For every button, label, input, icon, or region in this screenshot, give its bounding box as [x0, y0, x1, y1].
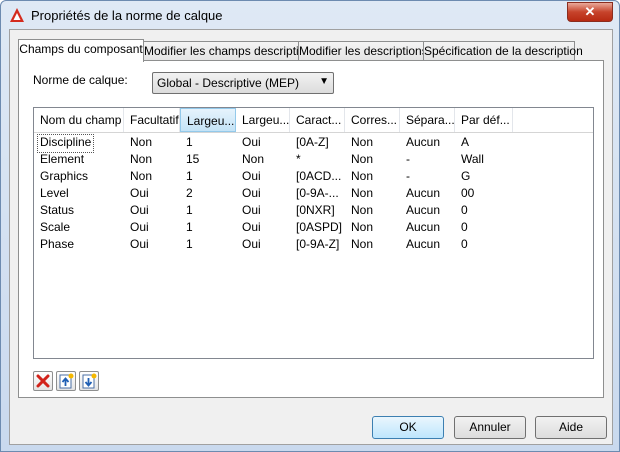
cancel-button[interactable]: Annuler [454, 416, 526, 439]
dialog-body: Champs du composant Modifier les champs … [9, 29, 613, 445]
move-up-icon [59, 373, 74, 389]
table-cell[interactable]: Aucun [406, 236, 440, 253]
dialog-window: Propriétés de la norme de calque ✕ Champ… [0, 0, 620, 452]
table-cell[interactable]: Aucun [406, 202, 440, 219]
table-cell[interactable]: Oui [242, 219, 261, 236]
table-cell[interactable]: Non [242, 151, 264, 168]
table-cell[interactable]: Oui [242, 236, 261, 253]
table-cell[interactable]: [0-9A-... [296, 185, 339, 202]
layer-norm-value: Global - Descriptive (MEP) [157, 76, 300, 90]
table-cell[interactable]: Aucun [406, 219, 440, 236]
table-cell[interactable]: Non [351, 134, 373, 151]
table-cell[interactable]: 1 [186, 219, 193, 236]
table-cell[interactable]: - [406, 168, 410, 185]
tab-modifier-champs-descriptifs[interactable]: Modifier les champs descriptifs [143, 41, 308, 61]
table-cell[interactable]: 2 [186, 185, 193, 202]
table-cell[interactable]: Non [351, 202, 373, 219]
move-down-icon [82, 373, 97, 389]
table-cell[interactable]: - [406, 151, 410, 168]
table-cell[interactable]: Wall [461, 151, 484, 168]
delete-button[interactable] [33, 371, 53, 391]
table-cell[interactable]: * [296, 151, 301, 168]
delete-icon [36, 374, 50, 388]
table-cell[interactable]: 1 [186, 236, 193, 253]
table-cell[interactable]: 15 [186, 151, 199, 168]
table-cell[interactable]: Oui [242, 185, 261, 202]
title-bar[interactable]: Propriétés de la norme de calque ✕ [1, 1, 619, 29]
table-cell[interactable]: Non [351, 151, 373, 168]
table-cell[interactable]: Non [351, 168, 373, 185]
header-divider [34, 132, 593, 133]
table-cell[interactable]: Oui [130, 202, 149, 219]
column-header-par-defaut[interactable]: Par déf... [455, 108, 513, 132]
table-cell[interactable]: Element [40, 151, 84, 168]
column-header-facultatif[interactable]: Facultatif [124, 108, 180, 132]
table-cell[interactable]: Oui [130, 185, 149, 202]
table-cell[interactable]: Scale [40, 219, 70, 236]
tab-specification-description[interactable]: Spécification de la description [423, 41, 583, 61]
table-cell[interactable]: 0 [461, 236, 468, 253]
window-title: Propriétés de la norme de calque [31, 8, 223, 23]
ok-button[interactable]: OK [372, 416, 444, 439]
help-button[interactable]: Aide [535, 416, 607, 439]
table-cell[interactable]: Non [130, 151, 152, 168]
table-cell[interactable]: Non [130, 168, 152, 185]
tab-panel: Norme de calque: Global - Descriptive (M… [18, 60, 604, 398]
table-cell[interactable]: [0A-Z] [296, 134, 329, 151]
table-cell[interactable]: Oui [242, 168, 261, 185]
table-cell[interactable]: 0 [461, 202, 468, 219]
table-cell[interactable]: Oui [242, 202, 261, 219]
fields-grid[interactable]: Nom du champ Facultatif Largeu... Largeu… [33, 107, 594, 359]
tab-champs-du-composant[interactable]: Champs du composant [18, 39, 144, 62]
table-cell[interactable]: Oui [130, 219, 149, 236]
layer-norm-label: Norme de calque: [33, 73, 128, 87]
table-cell[interactable]: [0ASPD] [296, 219, 342, 236]
table-cell[interactable]: [0-9A-Z] [296, 236, 339, 253]
table-cell[interactable]: 1 [186, 202, 193, 219]
table-cell[interactable]: Level [40, 185, 69, 202]
table-cell[interactable]: Non [130, 134, 152, 151]
table-cell[interactable]: 0 [461, 219, 468, 236]
column-header-caracteres[interactable]: Caract... [290, 108, 345, 132]
move-up-button[interactable] [56, 371, 76, 391]
table-cell[interactable]: Non [351, 219, 373, 236]
table-cell[interactable]: 1 [186, 168, 193, 185]
column-header-nom-du-champ[interactable]: Nom du champ [34, 108, 124, 132]
table-cell[interactable]: Graphics [40, 168, 88, 185]
table-cell[interactable]: Oui [242, 134, 261, 151]
column-header-largeur-1[interactable]: Largeu... [180, 108, 236, 132]
table-cell[interactable]: [0NXR] [296, 202, 335, 219]
table-cell[interactable]: Non [351, 236, 373, 253]
move-down-button[interactable] [79, 371, 99, 391]
table-cell[interactable]: Status [40, 202, 74, 219]
chevron-down-icon: ▼ [319, 76, 329, 87]
tab-modifier-descriptions[interactable]: Modifier les descriptions [298, 41, 428, 61]
close-button[interactable]: ✕ [567, 2, 613, 22]
table-cell[interactable]: 00 [461, 185, 474, 202]
autocad-logo-icon [10, 8, 24, 22]
table-cell[interactable]: Aucun [406, 185, 440, 202]
table-cell[interactable]: A [461, 134, 469, 151]
table-cell[interactable]: Aucun [406, 134, 440, 151]
table-cell[interactable]: Oui [130, 236, 149, 253]
table-cell[interactable]: [0ACD... [296, 168, 341, 185]
column-header-largeur-2[interactable]: Largeu... [236, 108, 290, 132]
table-cell[interactable]: Phase [40, 236, 74, 253]
column-header-separateur[interactable]: Sépara... [400, 108, 455, 132]
table-cell[interactable]: G [461, 168, 470, 185]
layer-norm-dropdown[interactable]: Global - Descriptive (MEP) ▼ [152, 72, 334, 94]
column-header-correspondance[interactable]: Corres... [345, 108, 400, 132]
table-cell[interactable]: 1 [186, 134, 193, 151]
table-cell[interactable]: Non [351, 185, 373, 202]
